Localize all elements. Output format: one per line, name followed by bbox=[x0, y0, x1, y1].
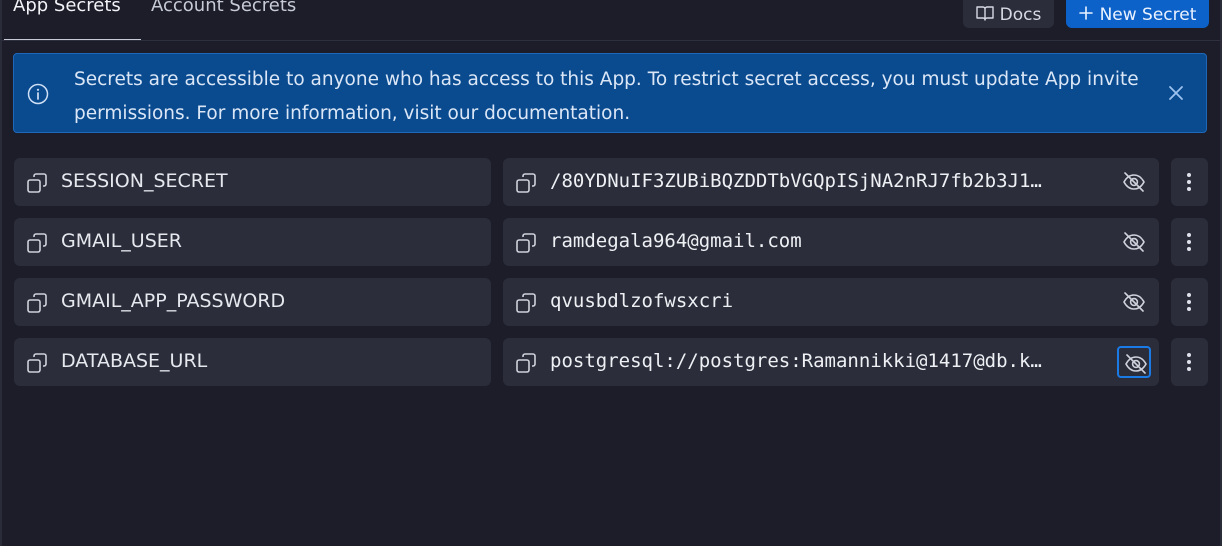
more-vertical-icon bbox=[1187, 353, 1191, 371]
secret-value: postgresql://postgres:Ramannikki@1417@db… bbox=[550, 350, 1042, 372]
secret-key: GMAIL_USER bbox=[61, 230, 182, 252]
copy-icon[interactable] bbox=[26, 352, 48, 374]
copy-icon[interactable] bbox=[515, 352, 537, 374]
copy-icon[interactable] bbox=[515, 232, 537, 254]
window-border-left bbox=[0, 0, 2, 546]
copy-icon[interactable] bbox=[26, 172, 48, 194]
eye-off-icon[interactable] bbox=[1117, 166, 1151, 198]
secret-value-field[interactable]: postgresql://postgres:Ramannikki@1417@db… bbox=[503, 338, 1159, 386]
docs-button[interactable]: Docs bbox=[963, 0, 1054, 28]
plus-icon bbox=[1078, 5, 1093, 25]
tab-app-secrets[interactable]: App Secrets bbox=[4, 0, 141, 40]
secret-key: SESSION_SECRET bbox=[61, 170, 228, 192]
secret-key: GMAIL_APP_PASSWORD bbox=[61, 290, 286, 312]
copy-icon[interactable] bbox=[26, 292, 48, 314]
more-vertical-icon bbox=[1187, 293, 1191, 311]
secret-row: GMAIL_USER ramdegala964@gmail.com bbox=[14, 218, 1208, 266]
secret-value-field[interactable]: qvusbdlzofwsxcri bbox=[503, 278, 1159, 326]
close-icon[interactable] bbox=[1165, 82, 1187, 104]
copy-icon[interactable] bbox=[515, 292, 537, 314]
secret-key-field[interactable]: GMAIL_USER bbox=[14, 218, 491, 266]
eye-off-icon[interactable] bbox=[1117, 226, 1151, 258]
secret-row: GMAIL_APP_PASSWORD qvusbdlzofwsxcri bbox=[14, 278, 1208, 326]
new-secret-button[interactable]: New Secret bbox=[1066, 0, 1209, 28]
docs-button-label: Docs bbox=[999, 5, 1042, 25]
new-secret-button-label: New Secret bbox=[1099, 5, 1197, 25]
secret-key-field[interactable]: DATABASE_URL bbox=[14, 338, 491, 386]
secret-value: qvusbdlzofwsxcri bbox=[550, 290, 734, 312]
tab-account-secrets-label: Account Secrets bbox=[151, 0, 297, 16]
copy-icon[interactable] bbox=[515, 172, 537, 194]
secret-row: DATABASE_URL postgresql://postgres:Raman… bbox=[14, 338, 1208, 386]
secret-key: DATABASE_URL bbox=[61, 350, 208, 372]
copy-icon[interactable] bbox=[26, 232, 48, 254]
eye-off-icon[interactable] bbox=[1117, 286, 1151, 318]
more-options-button[interactable] bbox=[1171, 338, 1208, 386]
more-vertical-icon bbox=[1187, 173, 1191, 191]
book-icon bbox=[975, 5, 994, 26]
more-vertical-icon bbox=[1187, 233, 1191, 251]
more-options-button[interactable] bbox=[1171, 218, 1208, 266]
more-options-button[interactable] bbox=[1171, 158, 1208, 206]
secret-value: ramdegala964@gmail.com bbox=[550, 230, 802, 252]
tab-app-secrets-label: App Secrets bbox=[13, 0, 121, 16]
secrets-header: App Secrets Account Secrets Docs New Sec… bbox=[2, 0, 1220, 41]
banner-message: Secrets are accessible to anyone who has… bbox=[74, 69, 1139, 124]
secret-value: /80YDNuIF3ZUBiBQZDDTbVGQpISjNA2nRJ7fb2b3… bbox=[550, 170, 1042, 192]
tab-account-secrets[interactable]: Account Secrets bbox=[149, 0, 319, 40]
secret-row: SESSION_SECRET /80YDNuIF3ZUBiBQZDDTbVGQp… bbox=[14, 158, 1208, 206]
info-banner: Secrets are accessible to anyone who has… bbox=[13, 53, 1207, 133]
secret-key-field[interactable]: GMAIL_APP_PASSWORD bbox=[14, 278, 491, 326]
secret-value-field[interactable]: /80YDNuIF3ZUBiBQZDDTbVGQpISjNA2nRJ7fb2b3… bbox=[503, 158, 1159, 206]
info-icon bbox=[27, 83, 49, 105]
secret-value-field[interactable]: ramdegala964@gmail.com bbox=[503, 218, 1159, 266]
more-options-button[interactable] bbox=[1171, 278, 1208, 326]
eye-off-icon[interactable] bbox=[1117, 346, 1151, 378]
secret-key-field[interactable]: SESSION_SECRET bbox=[14, 158, 491, 206]
